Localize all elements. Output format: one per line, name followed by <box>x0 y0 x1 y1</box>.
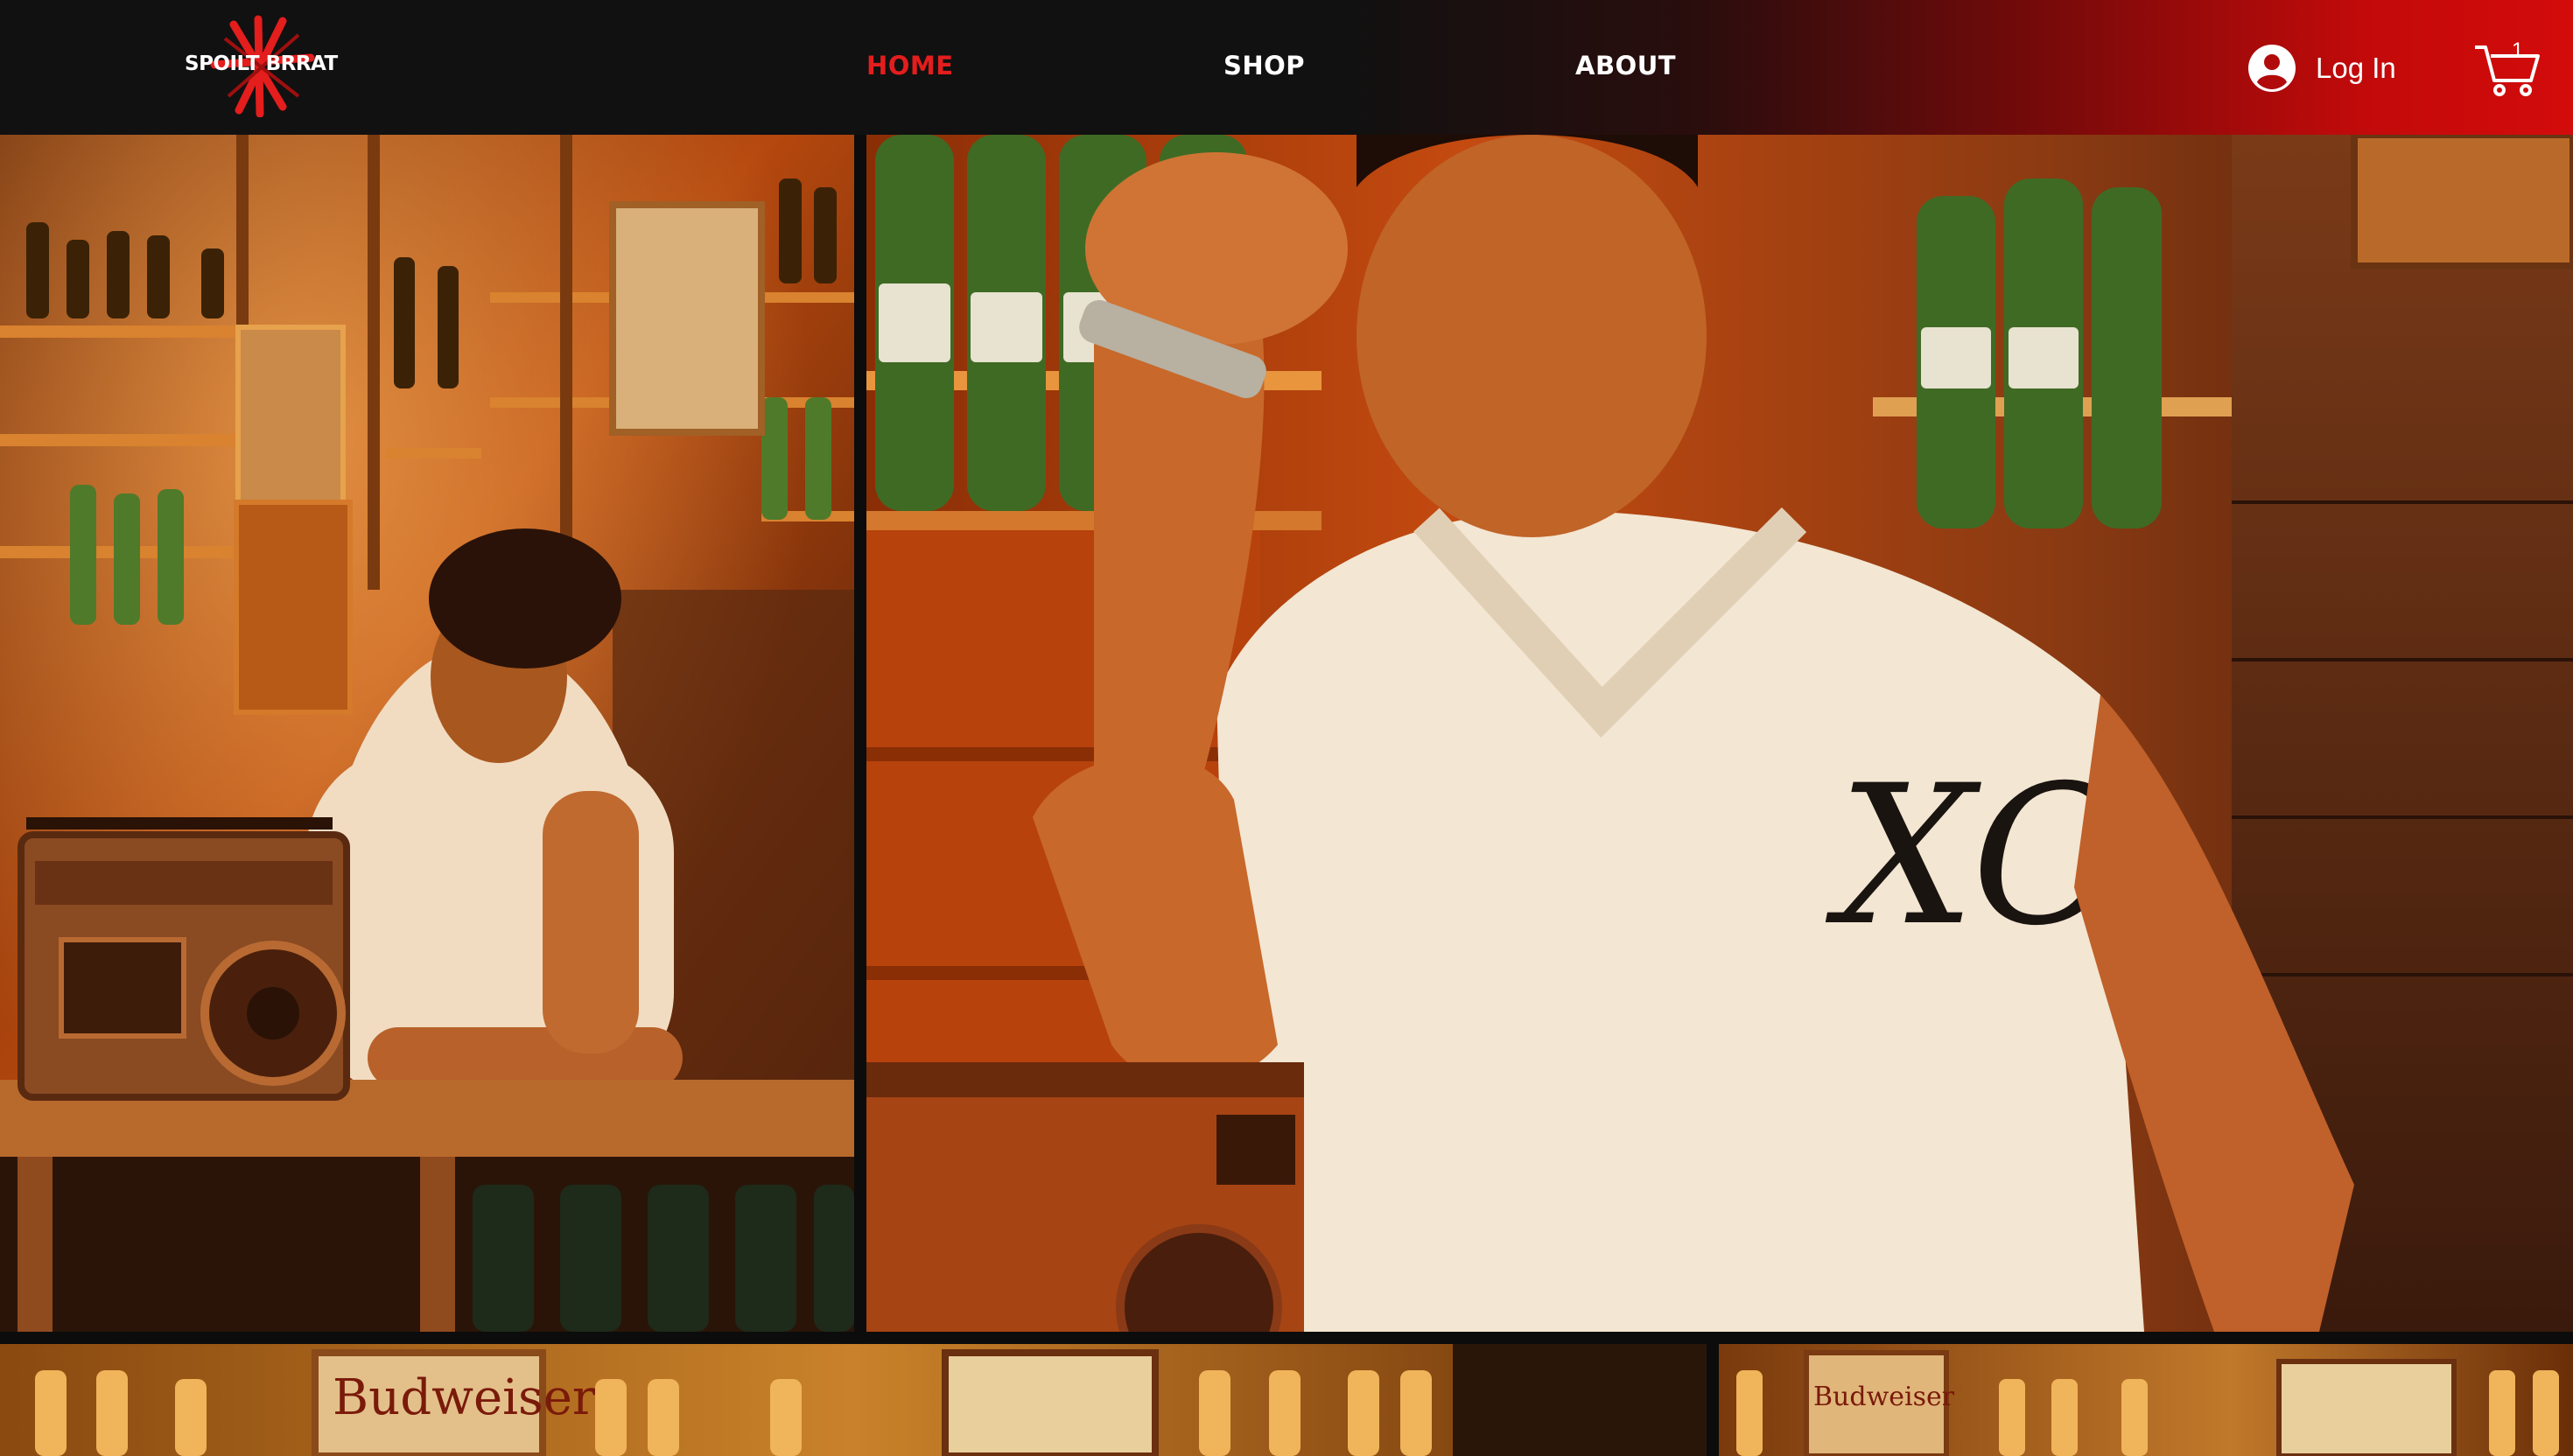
gallery-photo-strip-right[interactable]: Budweiser <box>1719 1344 2573 1456</box>
site-header: SPOILT BRRAT HOME SHOP ABOUT Log In 1 <box>0 0 2573 135</box>
poster-sign-text: Budweiser <box>333 1369 596 1426</box>
photo-image <box>0 135 854 1332</box>
poster-sign-text: Budweiser <box>1813 1382 1955 1412</box>
nav-about-link[interactable]: ABOUT <box>1575 51 1676 80</box>
brand-name: SPOILT BRRAT <box>185 52 338 75</box>
brand-logo[interactable]: SPOILT BRRAT <box>179 12 341 117</box>
gallery-photo-strip-left[interactable]: Budweiser <box>0 1344 1707 1456</box>
nav-home-link[interactable]: HOME <box>866 51 954 80</box>
photo-image: Budweiser <box>1719 1344 2573 1456</box>
gallery-photo-closeup[interactable]: XO <box>866 135 2573 1332</box>
photo-image: XO <box>866 135 2573 1332</box>
cart-count-badge: 1 <box>2512 38 2524 62</box>
login-button[interactable]: Log In <box>2247 42 2396 94</box>
nav-shop-link[interactable]: SHOP <box>1223 51 1305 80</box>
cart-button[interactable]: 1 <box>2473 38 2543 98</box>
gallery-photo-boombox[interactable] <box>0 135 854 1332</box>
login-label: Log In <box>2316 52 2396 84</box>
user-avatar-icon <box>2248 45 2296 92</box>
cart-icon <box>2475 46 2540 96</box>
photo-image: Budweiser <box>0 1344 1707 1456</box>
